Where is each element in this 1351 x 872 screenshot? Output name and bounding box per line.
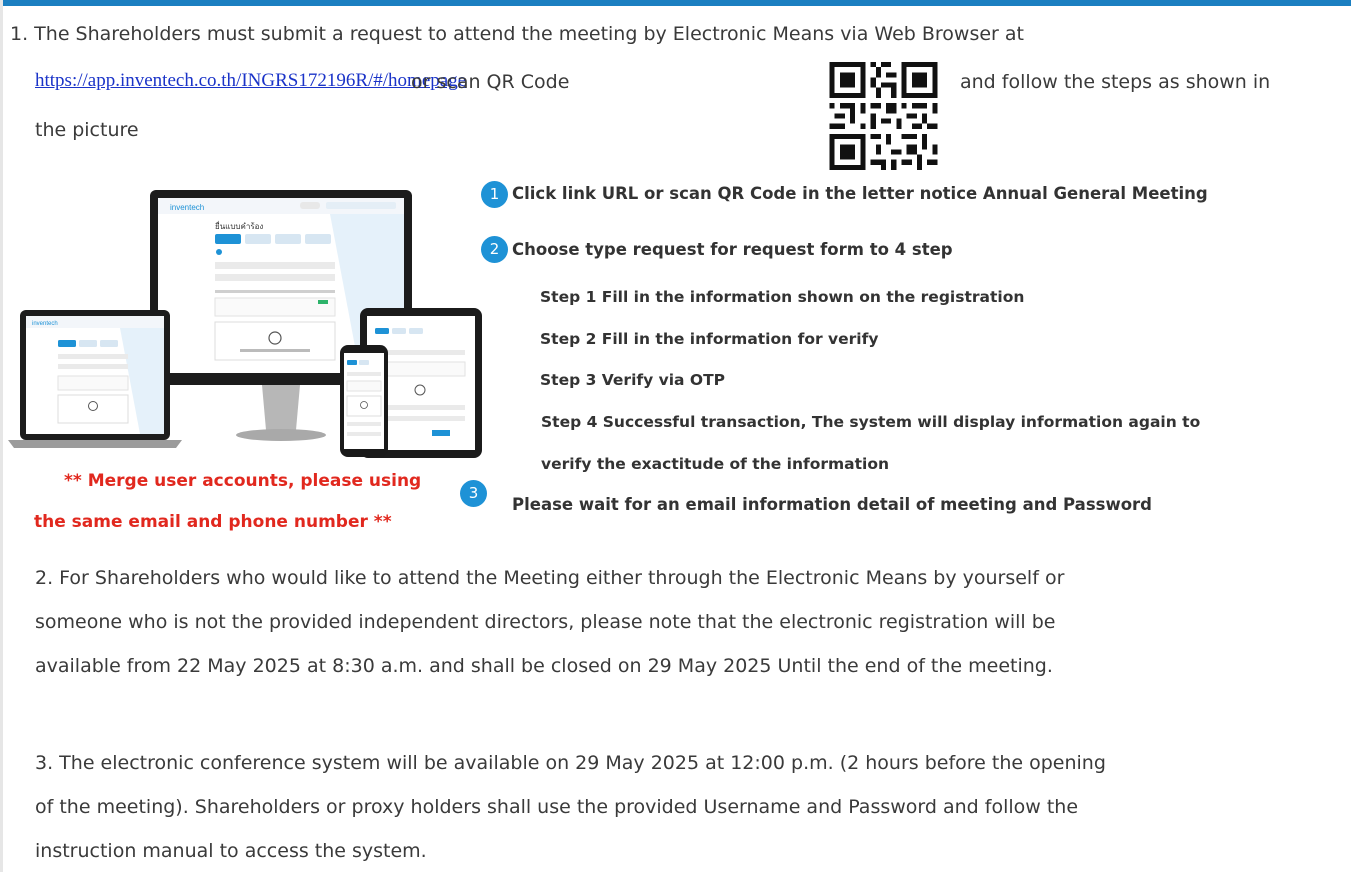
step-1-text: Click link URL or scan QR Code in the le…: [512, 184, 1208, 203]
step-3-badge: 3: [460, 480, 487, 507]
device-mockups-illustration: inventech ยื่นแบบคำร้อง inventech: [8, 190, 482, 458]
step-3-text: Please wait for an email information det…: [512, 495, 1152, 514]
mockup-form-title: ยื่นแบบคำร้อง: [215, 220, 264, 231]
merge-accounts-note-line2: the same email and phone number **: [34, 512, 392, 532]
para3-line2: of the meeting). Shareholders or proxy h…: [35, 796, 1079, 818]
the-picture-text: the picture: [35, 119, 139, 141]
substep-4: Step 4 Successful transaction, The syste…: [541, 413, 1201, 431]
para3-line3: instruction manual to access the system.: [35, 840, 427, 862]
substep-3: Step 3 Verify via OTP: [540, 371, 726, 389]
laptop-brand-logo: inventech: [32, 321, 58, 327]
substep-2: Step 2 Fill in the information for verif…: [540, 330, 879, 348]
substep-1: Step 1 Fill in the information shown on …: [540, 288, 1025, 306]
substep-4-continued: verify the exactitude of the information: [541, 455, 890, 473]
step-2-badge: 2: [481, 236, 508, 263]
qr-code-image[interactable]: [826, 62, 941, 170]
phone: [340, 345, 388, 457]
registration-link[interactable]: https://app.inventech.co.th/INGRS172196R…: [35, 70, 466, 92]
or-scan-text: or scan QR Code: [411, 71, 570, 93]
para2-line1: 2. For Shareholders who would like to at…: [35, 567, 1065, 589]
para2-line2: someone who is not the provided independ…: [35, 611, 1056, 633]
laptop: inventech: [8, 310, 182, 448]
merge-accounts-note-line1: ** Merge user accounts, please using: [64, 471, 422, 491]
mockup-brand-logo: inventech: [170, 203, 204, 212]
step-1-badge: 1: [481, 181, 508, 208]
step-2-text: Choose type request for request form to …: [512, 240, 953, 259]
follow-steps-text: and follow the steps as shown in: [960, 71, 1271, 93]
para3-line1: 3. The electronic conference system will…: [35, 752, 1106, 774]
item1-intro: 1. The Shareholders must submit a reques…: [10, 23, 1024, 45]
top-accent-bar: [0, 0, 1351, 6]
para2-line3: available from 22 May 2025 at 8:30 a.m. …: [35, 655, 1053, 677]
